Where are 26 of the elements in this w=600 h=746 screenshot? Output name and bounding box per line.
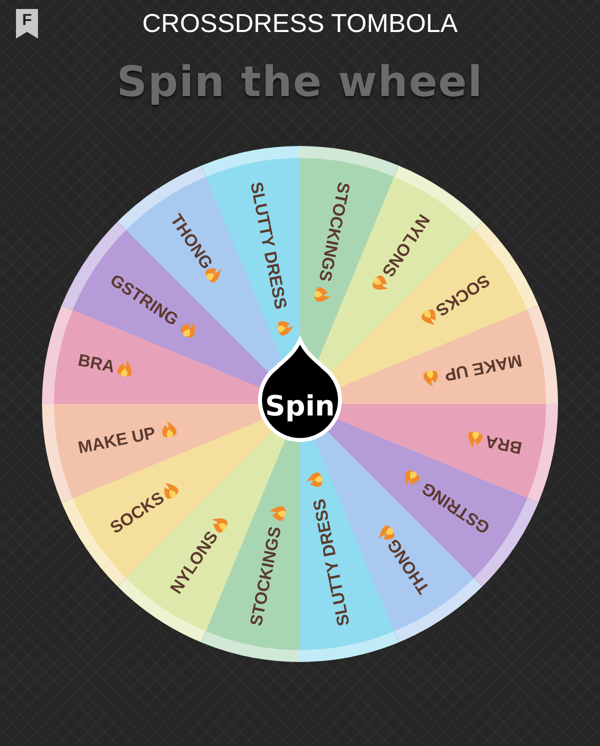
app-title: CROSSDRESS TOMBOLA bbox=[142, 8, 458, 39]
flame-icon bbox=[164, 483, 178, 499]
flame-icon bbox=[468, 431, 483, 448]
flame-icon bbox=[117, 360, 132, 377]
segment-label: SLUTTY DRESS bbox=[310, 497, 354, 628]
flame-icon bbox=[212, 518, 228, 533]
segment-label: MAKE UP bbox=[442, 350, 524, 385]
flame-icon bbox=[277, 321, 294, 336]
segment-label: SLUTTY DRESS bbox=[246, 180, 290, 311]
flame-icon bbox=[372, 275, 388, 290]
flame-icon bbox=[205, 268, 221, 282]
flame-icon bbox=[314, 287, 331, 302]
flame-icon bbox=[306, 472, 323, 487]
segment-label: MAKE UP bbox=[76, 423, 158, 458]
flame-icon bbox=[269, 506, 286, 521]
spin-button[interactable]: Spin bbox=[258, 338, 342, 442]
flame-icon bbox=[180, 322, 195, 338]
flame-icon bbox=[423, 370, 438, 387]
segment-label: BRA bbox=[76, 350, 116, 376]
flame-icon bbox=[405, 470, 420, 486]
flame-icon bbox=[379, 526, 395, 540]
flame-icon bbox=[162, 421, 177, 438]
flame-icon bbox=[422, 309, 436, 325]
heading: Spin the wheel bbox=[116, 57, 484, 106]
segment-label: BRA bbox=[484, 432, 524, 458]
bookmark-badge[interactable]: F bbox=[16, 8, 38, 38]
